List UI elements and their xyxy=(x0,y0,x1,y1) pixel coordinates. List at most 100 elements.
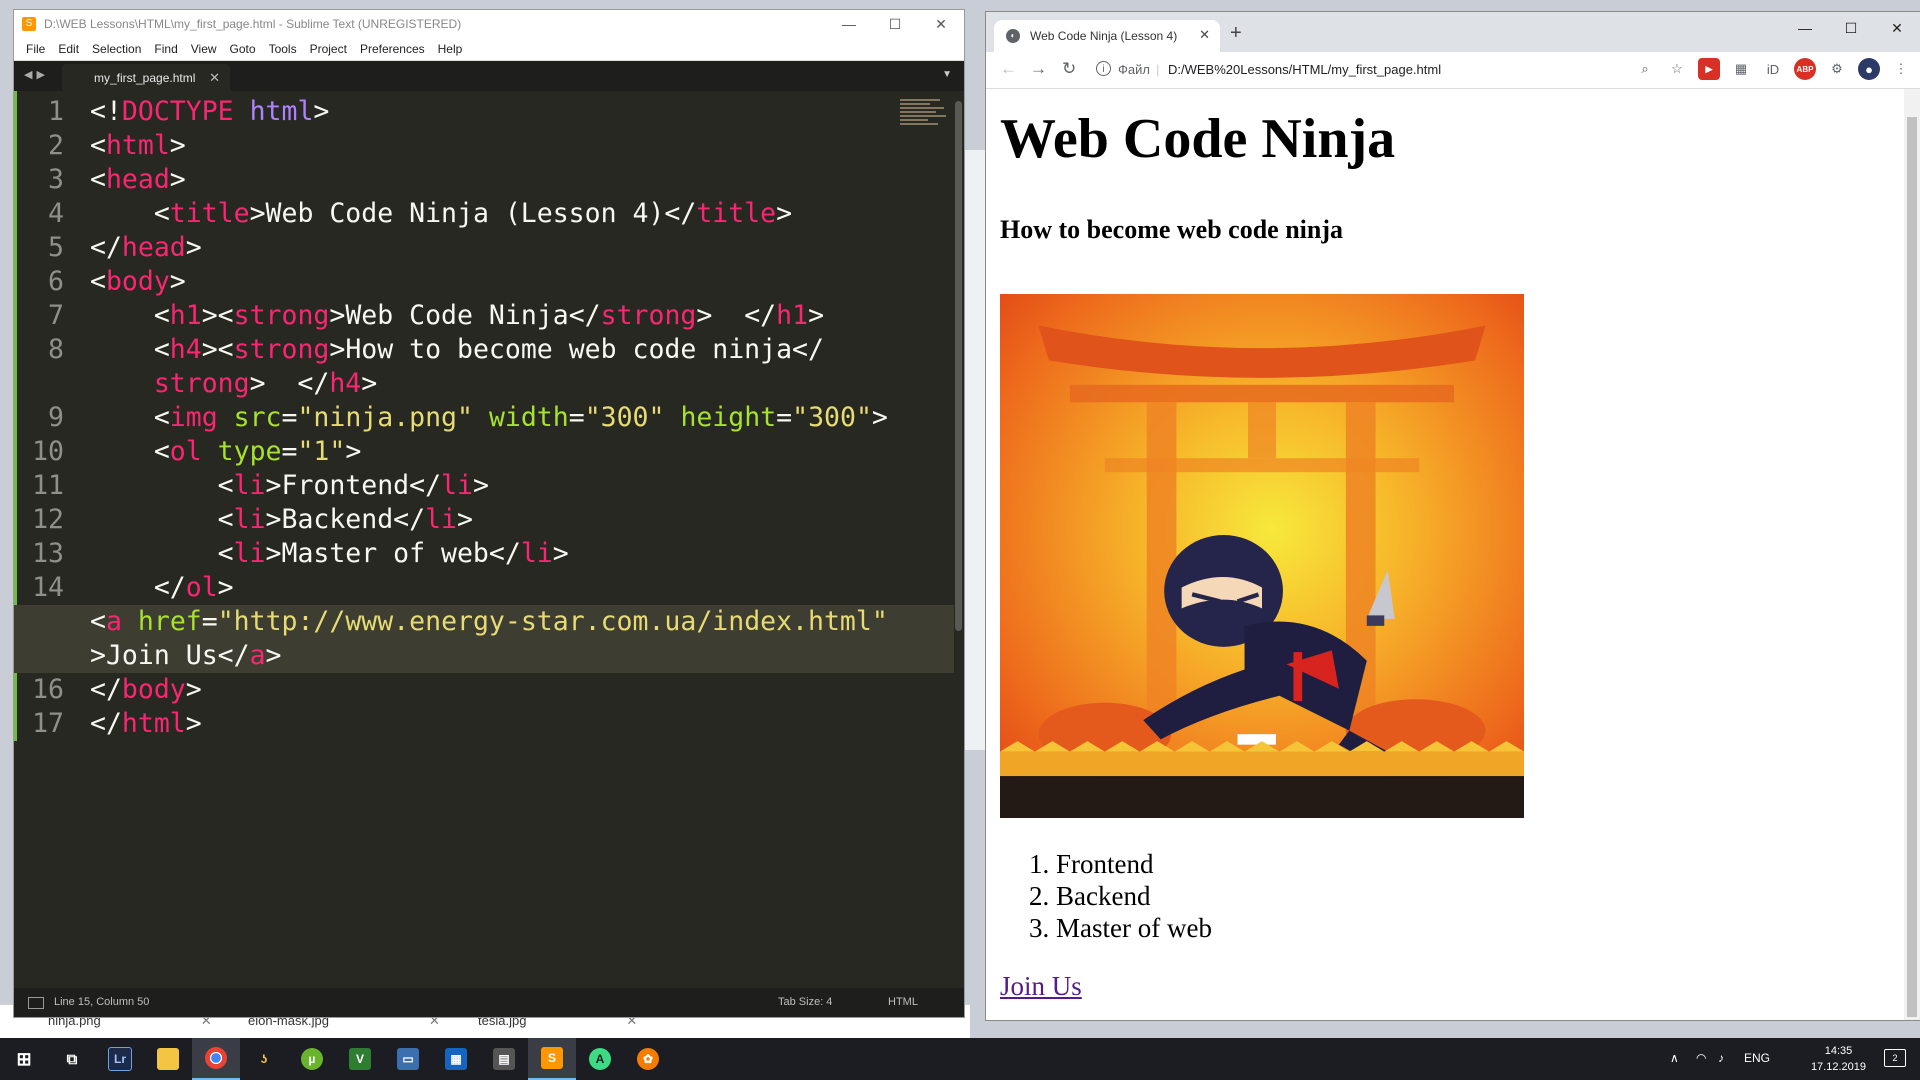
code-line: </ol> xyxy=(90,572,234,603)
notification-center-icon[interactable]: 2 xyxy=(1884,1049,1906,1067)
start-button[interactable]: ⊞ xyxy=(0,1038,48,1080)
code-line-wrapped: strong> </h4> xyxy=(153,368,378,399)
scrollbar-thumb[interactable] xyxy=(1907,117,1917,1017)
menu-find[interactable]: Find xyxy=(148,38,184,60)
tab-nav-arrows-icon[interactable]: ◀▶ xyxy=(24,68,49,81)
id-ext-icon[interactable]: iD xyxy=(1762,58,1784,80)
taskbar-app-8[interactable]: ▭ xyxy=(384,1038,432,1080)
tag-name: strong xyxy=(233,334,330,365)
tag-name: html xyxy=(121,708,186,739)
language-indicator[interactable]: ENG xyxy=(1744,1051,1770,1065)
close-tab-icon[interactable]: ✕ xyxy=(209,70,220,86)
tab-my-first-page[interactable]: my_first_page.html ✕ xyxy=(62,64,230,91)
tag-name: strong xyxy=(153,368,250,399)
zoom-icon[interactable]: ⌕ xyxy=(1634,58,1656,80)
wifi-icon[interactable]: ◠ xyxy=(1696,1051,1706,1065)
app-icon: V xyxy=(349,1048,371,1070)
system-tray: ∧ ◠ ♪ ENG 14:35 17.12.2019 2 xyxy=(1660,1038,1920,1080)
taskbar-app-5[interactable]: ʖ xyxy=(240,1038,288,1080)
star-icon[interactable]: ☆ xyxy=(1666,58,1688,80)
cursor-position: Line 15, Column 50 xyxy=(54,996,150,1008)
taskbar-android-studio[interactable]: A xyxy=(576,1038,624,1080)
browser-tab[interactable]: ◐ Web Code Ninja (Lesson 4) ✕ xyxy=(994,20,1220,52)
taskbar-sublime-text[interactable]: S xyxy=(528,1038,576,1080)
menu-help[interactable]: Help xyxy=(432,38,470,60)
code-line: <ol type="1"> xyxy=(90,436,362,467)
tag-name: li xyxy=(233,538,266,569)
close-icon[interactable]: ✕ xyxy=(918,10,964,38)
sublime-app-icon: S xyxy=(22,17,36,31)
maximize-icon[interactable]: ☐ xyxy=(872,10,918,38)
taskbar-file-explorer[interactable] xyxy=(144,1038,192,1080)
code-line: <title>Web Code Ninja (Lesson 4)</title> xyxy=(90,198,793,229)
tag-name: strong xyxy=(600,300,697,331)
window-controls: — ☐ ✕ xyxy=(1782,12,1920,44)
code-text: Backend xyxy=(281,504,394,535)
menu-edit[interactable]: Edit xyxy=(52,38,86,60)
page-scrollbar[interactable] xyxy=(1904,89,1920,1020)
tab-dropdown-icon[interactable]: ▼ xyxy=(942,69,952,80)
menu-selection[interactable]: Selection xyxy=(86,38,148,60)
close-tab-icon[interactable]: ✕ xyxy=(1199,27,1210,43)
tag-name: head xyxy=(121,232,186,263)
taskbar-app-7[interactable]: V xyxy=(336,1038,384,1080)
menu-file[interactable]: File xyxy=(20,38,52,60)
code-text: Master of web xyxy=(281,538,489,569)
new-tab-icon[interactable]: + xyxy=(1230,22,1242,45)
taskbar-utorrent[interactable]: µ xyxy=(288,1038,336,1080)
volume-icon[interactable]: ♪ xyxy=(1718,1051,1724,1065)
code-line: <body> xyxy=(90,266,186,297)
sublime-titlebar[interactable]: S D:\WEB Lessons\HTML\my_first_page.html… xyxy=(14,10,964,38)
join-us-link[interactable]: Join Us xyxy=(1000,971,1082,1002)
close-icon[interactable]: ✕ xyxy=(1874,12,1920,44)
kebab-menu-icon[interactable]: ⋮ xyxy=(1890,58,1912,80)
video-ext-icon[interactable]: ▶ xyxy=(1698,58,1720,80)
minimize-icon[interactable]: — xyxy=(826,10,872,38)
clock-time: 14:35 xyxy=(1824,1045,1853,1057)
sublime-window: S D:\WEB Lessons\HTML\my_first_page.html… xyxy=(14,10,964,1017)
address-bar[interactable]: i Файл | D:/WEB%20Lessons/HTML/my_first_… xyxy=(1096,54,1590,86)
syntax-selector[interactable]: HTML xyxy=(888,996,918,1008)
tray-chevron-icon[interactable]: ∧ xyxy=(1670,1051,1679,1065)
list-item: Frontend xyxy=(1056,848,1212,880)
settings-ext-icon[interactable]: ⚙ xyxy=(1826,58,1848,80)
taskbar-app-9[interactable]: ▦ xyxy=(432,1038,480,1080)
task-view-icon: ⧉ xyxy=(66,1050,78,1068)
menu-preferences[interactable]: Preferences xyxy=(354,38,432,60)
tab-bar: ◀▶ my_first_page.html ✕ ▼ xyxy=(14,61,964,91)
taskbar-app-13[interactable]: ✿ xyxy=(624,1038,672,1080)
pdf-ext-icon[interactable]: ▦ xyxy=(1730,58,1752,80)
forward-icon[interactable]: → xyxy=(1030,59,1047,79)
tab-size-selector[interactable]: Tab Size: 4 xyxy=(778,996,832,1008)
task-view-button[interactable]: ⧉ xyxy=(48,1038,96,1080)
menu-bar: File Edit Selection Find View Goto Tools… xyxy=(14,38,964,61)
page-viewport[interactable]: Web Code Ninja How to become web code ni… xyxy=(986,89,1904,1020)
menu-tools[interactable]: Tools xyxy=(263,38,304,60)
code-editor[interactable]: 1 2 3 4 5 6 7 8 9 10 11 12 13 14 15 16 1… xyxy=(14,91,964,988)
editor-scrollbar[interactable] xyxy=(955,101,962,631)
profile-avatar[interactable]: ● xyxy=(1858,58,1880,80)
clock[interactable]: 14:35 17.12.2019 xyxy=(1811,1043,1866,1075)
taskbar-chrome[interactable] xyxy=(192,1038,240,1080)
taskbar-lightroom[interactable]: Lr xyxy=(96,1038,144,1080)
back-icon[interactable]: ← xyxy=(1000,59,1017,79)
menu-project[interactable]: Project xyxy=(304,38,354,60)
menu-view[interactable]: View xyxy=(185,38,224,60)
minimize-icon[interactable]: — xyxy=(1782,12,1828,44)
tag-name: li xyxy=(233,504,266,535)
attr-value: "300" xyxy=(792,402,872,433)
info-icon[interactable]: i xyxy=(1096,61,1111,76)
attr-name: href xyxy=(137,606,202,637)
adblock-icon[interactable]: ABP xyxy=(1794,58,1816,80)
maximize-icon[interactable]: ☐ xyxy=(1828,12,1874,44)
taskbar-calculator[interactable]: ▤ xyxy=(480,1038,528,1080)
window-controls: — ☐ ✕ xyxy=(826,10,964,38)
url-text[interactable]: D:/WEB%20Lessons/HTML/my_first_page.html xyxy=(1168,62,1441,77)
console-toggle-icon[interactable] xyxy=(28,997,44,1009)
reload-icon[interactable]: ↻ xyxy=(1062,59,1076,79)
tag-name: body xyxy=(121,674,186,705)
code-line: </head> xyxy=(90,232,202,263)
app-icon: ✿ xyxy=(637,1048,659,1070)
menu-goto[interactable]: Goto xyxy=(224,38,263,60)
code-line: </html> xyxy=(90,708,202,739)
